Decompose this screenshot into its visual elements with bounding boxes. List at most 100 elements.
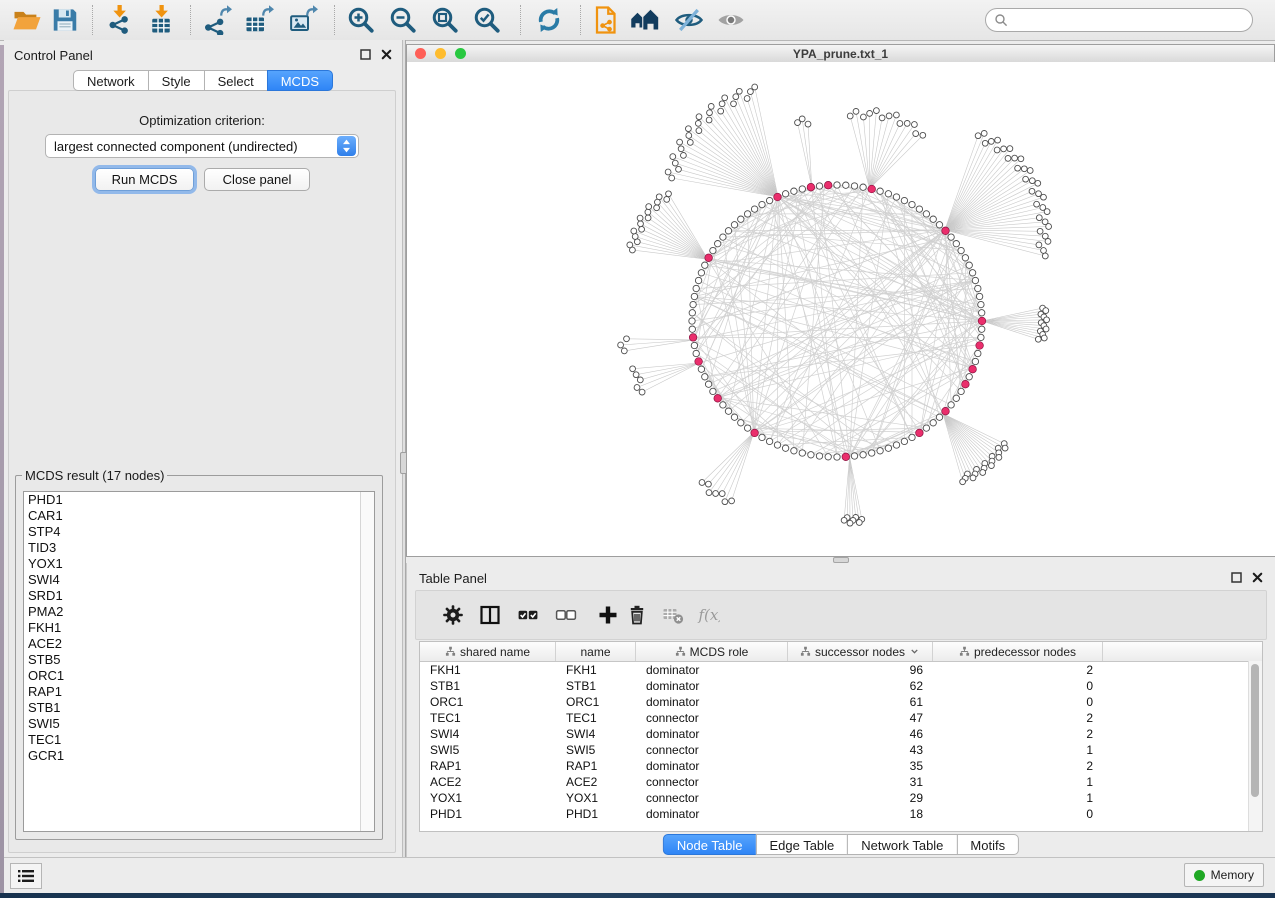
- cell-shared-name[interactable]: PHD1: [420, 806, 556, 822]
- cell-shared-name[interactable]: STB1: [420, 678, 556, 694]
- tab-network-table[interactable]: Network Table: [847, 834, 957, 855]
- table-options-button[interactable]: [441, 603, 465, 627]
- cell-name[interactable]: ACE2: [556, 774, 636, 790]
- mcds-result-item[interactable]: TID3: [24, 540, 374, 556]
- cell-successor-nodes[interactable]: 29: [788, 790, 933, 806]
- tab-style[interactable]: Style: [148, 70, 205, 91]
- delete-column-button[interactable]: [625, 603, 649, 627]
- mcds-result-list[interactable]: PHD1CAR1STP4TID3YOX1SWI4SRD1PMA2FKH1ACE2…: [23, 491, 375, 832]
- network-graph[interactable]: [407, 62, 1275, 556]
- task-history-button[interactable]: [10, 863, 42, 889]
- show-all-networks-button[interactable]: [630, 5, 660, 35]
- cell-successor-nodes[interactable]: 46: [788, 726, 933, 742]
- mcds-result-item[interactable]: SWI5: [24, 716, 374, 732]
- mcds-result-item[interactable]: TEC1: [24, 732, 374, 748]
- cell-successor-nodes[interactable]: 43: [788, 742, 933, 758]
- cell-MCDS-role[interactable]: dominator: [636, 678, 788, 694]
- cell-name[interactable]: SWI4: [556, 726, 636, 742]
- zoom-fit-button[interactable]: [430, 5, 460, 35]
- cell-predecessor-nodes[interactable]: 1: [933, 774, 1103, 790]
- table-row[interactable]: FKH1FKH1dominator962: [420, 662, 1262, 678]
- cell-MCDS-role[interactable]: dominator: [636, 806, 788, 822]
- cell-name[interactable]: ORC1: [556, 694, 636, 710]
- column-header-predecessor-nodes[interactable]: predecessor nodes: [933, 642, 1103, 661]
- mcds-result-item[interactable]: STB1: [24, 700, 374, 716]
- cell-MCDS-role[interactable]: dominator: [636, 758, 788, 774]
- table-row[interactable]: SWI4SWI4dominator462: [420, 726, 1262, 742]
- cell-name[interactable]: TEC1: [556, 710, 636, 726]
- mcds-result-item[interactable]: STP4: [24, 524, 374, 540]
- table-row[interactable]: YOX1YOX1connector291: [420, 790, 1262, 806]
- cell-name[interactable]: YOX1: [556, 790, 636, 806]
- cell-name[interactable]: FKH1: [556, 662, 636, 678]
- tab-network[interactable]: Network: [73, 70, 149, 91]
- show-columns-button[interactable]: [478, 603, 502, 627]
- cell-MCDS-role[interactable]: connector: [636, 790, 788, 806]
- export-table-button[interactable]: [244, 5, 274, 35]
- cell-MCDS-role[interactable]: dominator: [636, 694, 788, 710]
- mcds-result-item[interactable]: SRD1: [24, 588, 374, 604]
- column-header-shared-name[interactable]: shared name: [420, 642, 556, 661]
- mcds-result-item[interactable]: FKH1: [24, 620, 374, 636]
- float-panel-icon[interactable]: [358, 47, 373, 62]
- close-table-panel-icon[interactable]: [1250, 570, 1265, 585]
- cell-shared-name[interactable]: TEC1: [420, 710, 556, 726]
- cell-predecessor-nodes[interactable]: 0: [933, 678, 1103, 694]
- mcds-result-item[interactable]: STB5: [24, 652, 374, 668]
- save-session-button[interactable]: [50, 5, 80, 35]
- mcds-result-item[interactable]: CAR1: [24, 508, 374, 524]
- tab-motifs[interactable]: Motifs: [956, 834, 1019, 855]
- optimization-criterion-select[interactable]: largest connected component (undirected): [45, 134, 359, 158]
- table-row[interactable]: ACE2ACE2connector311: [420, 774, 1262, 790]
- mcds-result-item[interactable]: PMA2: [24, 604, 374, 620]
- tab-mcds[interactable]: MCDS: [267, 70, 333, 91]
- cell-successor-nodes[interactable]: 47: [788, 710, 933, 726]
- cell-successor-nodes[interactable]: 31: [788, 774, 933, 790]
- cell-MCDS-role[interactable]: dominator: [636, 726, 788, 742]
- zoom-out-button[interactable]: [388, 5, 418, 35]
- cell-shared-name[interactable]: SWI4: [420, 726, 556, 742]
- tab-node-table[interactable]: Node Table: [663, 834, 757, 855]
- mcds-result-item[interactable]: RAP1: [24, 684, 374, 700]
- search-input[interactable]: [1012, 10, 1244, 30]
- cell-successor-nodes[interactable]: 18: [788, 806, 933, 822]
- mcds-result-item[interactable]: ACE2: [24, 636, 374, 652]
- table-scrollbar-thumb[interactable]: [1251, 664, 1259, 797]
- import-network-button[interactable]: [104, 5, 134, 35]
- cell-name[interactable]: STB1: [556, 678, 636, 694]
- open-file-button[interactable]: [12, 5, 42, 35]
- table-row[interactable]: SWI5SWI5connector431: [420, 742, 1262, 758]
- cell-shared-name[interactable]: ACE2: [420, 774, 556, 790]
- import-table-button[interactable]: [146, 5, 176, 35]
- mcds-result-item[interactable]: ORC1: [24, 668, 374, 684]
- export-network-button[interactable]: [202, 5, 232, 35]
- cell-successor-nodes[interactable]: 35: [788, 758, 933, 774]
- table-row[interactable]: RAP1RAP1dominator352: [420, 758, 1262, 774]
- column-header-MCDS-role[interactable]: MCDS role: [636, 642, 788, 661]
- cell-successor-nodes[interactable]: 62: [788, 678, 933, 694]
- mcds-result-item[interactable]: GCR1: [24, 748, 374, 764]
- cell-MCDS-role[interactable]: connector: [636, 774, 788, 790]
- export-image-button[interactable]: [288, 5, 318, 35]
- table-scrollbar[interactable]: [1248, 661, 1262, 831]
- cell-shared-name[interactable]: ORC1: [420, 694, 556, 710]
- hide-panels-button[interactable]: [674, 5, 704, 35]
- run-mcds-button[interactable]: Run MCDS: [95, 168, 194, 191]
- tab-edge-table[interactable]: Edge Table: [755, 834, 848, 855]
- cell-MCDS-role[interactable]: connector: [636, 742, 788, 758]
- cell-predecessor-nodes[interactable]: 2: [933, 710, 1103, 726]
- mcds-result-item[interactable]: YOX1: [24, 556, 374, 572]
- float-table-panel-icon[interactable]: [1229, 570, 1244, 585]
- zoom-selected-button[interactable]: [472, 5, 502, 35]
- table-row[interactable]: STB1STB1dominator620: [420, 678, 1262, 694]
- create-column-button[interactable]: [596, 603, 620, 627]
- column-header-successor-nodes[interactable]: successor nodes: [788, 642, 933, 661]
- show-panels-button[interactable]: [716, 5, 746, 35]
- table-row[interactable]: TEC1TEC1connector472: [420, 710, 1262, 726]
- cell-MCDS-role[interactable]: dominator: [636, 662, 788, 678]
- table-row[interactable]: ORC1ORC1dominator610: [420, 694, 1262, 710]
- cell-predecessor-nodes[interactable]: 2: [933, 758, 1103, 774]
- cell-predecessor-nodes[interactable]: 1: [933, 790, 1103, 806]
- cell-predecessor-nodes[interactable]: 0: [933, 694, 1103, 710]
- close-panel-button[interactable]: Close panel: [204, 168, 310, 191]
